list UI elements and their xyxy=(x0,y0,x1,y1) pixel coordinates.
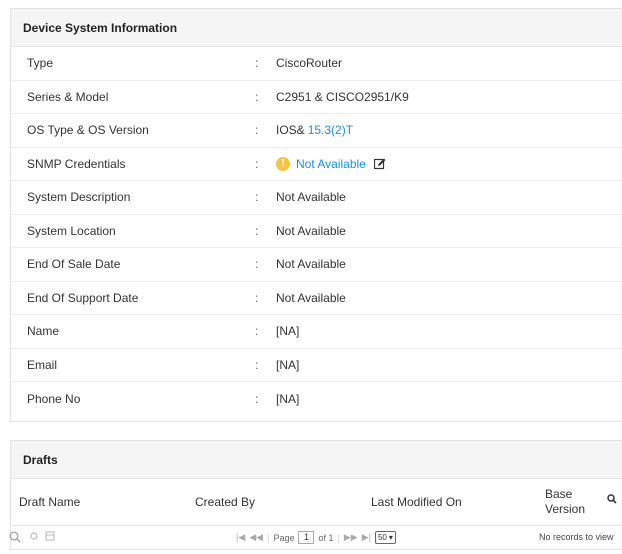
row-colon: : xyxy=(255,391,259,406)
row-label: Phone No xyxy=(27,391,81,406)
drafts-pager: |◀ ◀◀ | Page 1 of 1 | ▶▶ ▶| 50 ▾ No reco… xyxy=(9,526,622,550)
row-value: CiscoRouter xyxy=(276,56,343,71)
first-page-icon[interactable]: |◀ xyxy=(236,532,245,543)
drafts-panel: Drafts Draft Name Created By Last Modifi… xyxy=(9,440,622,550)
row-label: End Of Support Date xyxy=(27,290,139,305)
warning-icon: ! xyxy=(276,156,290,171)
row-colon: : xyxy=(255,324,259,339)
info-row-email: Email : [NA] xyxy=(11,349,622,382)
row-colon: : xyxy=(255,89,259,104)
row-label: Type xyxy=(27,56,54,71)
info-row-end-of-sale: End Of Sale Date : Not Available xyxy=(11,248,622,282)
page-size-select[interactable]: 50 ▾ xyxy=(374,531,396,544)
row-value: Not Available xyxy=(276,190,346,205)
row-label: OS Type & OS Version xyxy=(27,123,149,138)
pagination: |◀ ◀◀ | Page 1 of 1 | ▶▶ ▶| 50 ▾ xyxy=(236,531,396,544)
row-value: Not Available xyxy=(276,223,346,238)
column-header-draft-name[interactable]: Draft Name xyxy=(19,495,80,509)
panel-title: Drafts xyxy=(11,441,622,479)
row-value: [NA] xyxy=(276,324,300,339)
info-row-system-location: System Location : Not Available xyxy=(11,215,622,248)
info-row-series-model: Series & Model : C2951 & CISCO2951/K9 xyxy=(11,81,622,114)
row-label: End Of Sale Date xyxy=(27,257,121,272)
device-system-info-panel: Device System Information Type : CiscoRo… xyxy=(10,8,622,422)
refresh-icon[interactable] xyxy=(29,531,39,544)
prev-page-icon[interactable]: ◀◀ xyxy=(249,532,263,543)
os-version-link[interactable]: 15.3(2)T xyxy=(308,123,353,137)
column-header-created-by[interactable]: Created By xyxy=(195,495,255,509)
info-row-end-of-support: End Of Support Date : Not Available xyxy=(11,282,622,315)
drafts-table-header: Draft Name Created By Last Modified On B… xyxy=(11,479,622,526)
row-value: ! Not Available xyxy=(276,156,386,171)
row-label: SNMP Credentials xyxy=(27,156,126,171)
row-colon: : xyxy=(255,56,259,71)
row-label: System Location xyxy=(27,223,116,238)
edit-icon[interactable] xyxy=(373,158,386,170)
row-colon: : xyxy=(255,223,259,238)
page-label: Page xyxy=(273,532,295,543)
row-value: [NA] xyxy=(276,391,300,406)
info-row-os: OS Type & OS Version : IOS& 15.3(2)T xyxy=(11,114,622,148)
panel-title: Device System Information xyxy=(11,9,622,47)
row-colon: : xyxy=(255,123,259,138)
column-header-base-version[interactable]: Base Version xyxy=(545,487,589,517)
chevron-down-icon: ▾ xyxy=(388,533,393,542)
info-row-snmp: SNMP Credentials : ! Not Available xyxy=(11,148,622,181)
info-row-system-description: System Description : Not Available xyxy=(11,181,622,215)
info-row-phone: Phone No : [NA] xyxy=(11,382,622,416)
row-colon: : xyxy=(255,190,259,205)
row-value: IOS& 15.3(2)T xyxy=(276,123,353,137)
row-colon: : xyxy=(255,290,259,305)
column-header-last-modified[interactable]: Last Modified On xyxy=(371,495,462,509)
pager-divider: | xyxy=(267,532,270,543)
row-value: C2951 & CISCO2951/K9 xyxy=(276,89,409,104)
info-rows: Type : CiscoRouter Series & Model : C295… xyxy=(11,47,622,416)
page-number-input[interactable]: 1 xyxy=(298,531,315,544)
row-value: [NA] xyxy=(276,357,300,372)
row-colon: : xyxy=(255,156,259,171)
row-value: Not Available xyxy=(276,290,346,305)
search-icon[interactable] xyxy=(9,531,21,546)
info-row-type: Type : CiscoRouter xyxy=(11,47,622,81)
row-label: Series & Model xyxy=(27,89,109,104)
os-type: IOS& xyxy=(276,123,305,138)
columns-icon[interactable] xyxy=(45,531,55,544)
snmp-not-available-link[interactable]: Not Available xyxy=(296,157,366,171)
row-label: Email xyxy=(27,357,58,372)
row-value: Not Available xyxy=(276,257,346,272)
pager-divider: | xyxy=(337,532,340,543)
empty-records-text: No records to view xyxy=(539,532,614,542)
row-colon: : xyxy=(255,257,259,272)
info-row-name: Name : [NA] xyxy=(11,315,622,349)
last-page-icon[interactable]: ▶| xyxy=(362,532,371,543)
row-label: System Description xyxy=(27,190,131,205)
page-of-label: of 1 xyxy=(318,532,334,543)
next-page-icon[interactable]: ▶▶ xyxy=(344,532,358,543)
column-search-icon[interactable] xyxy=(607,493,617,507)
page-size-value: 50 xyxy=(377,533,387,542)
row-label: Name xyxy=(27,324,60,339)
row-colon: : xyxy=(255,357,259,372)
